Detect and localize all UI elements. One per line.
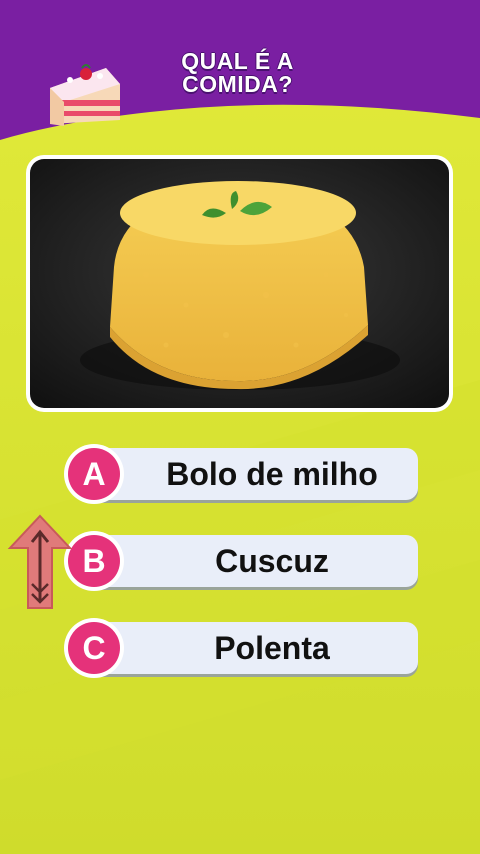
answer-option-c[interactable]: C Polenta [64, 618, 420, 678]
answer-text: Bolo de milho [166, 455, 378, 492]
answer-text: Cuscuz [215, 542, 329, 579]
answer-letter: C [68, 622, 120, 674]
answer-option-a[interactable]: A Bolo de milho [64, 444, 420, 504]
cake-slice-icon [50, 64, 120, 126]
answer-letter: B [68, 535, 120, 587]
answer-option-b[interactable]: B Cuscuz [64, 531, 420, 591]
answer-badge: C [64, 618, 124, 678]
food-photo [26, 155, 453, 412]
page-title: QUAL É A COMIDA? [181, 48, 294, 97]
answer-badge: A [64, 444, 124, 504]
up-arrow-icon [7, 514, 73, 609]
answer-letter: A [68, 448, 120, 500]
answer-text: Polenta [214, 629, 330, 666]
